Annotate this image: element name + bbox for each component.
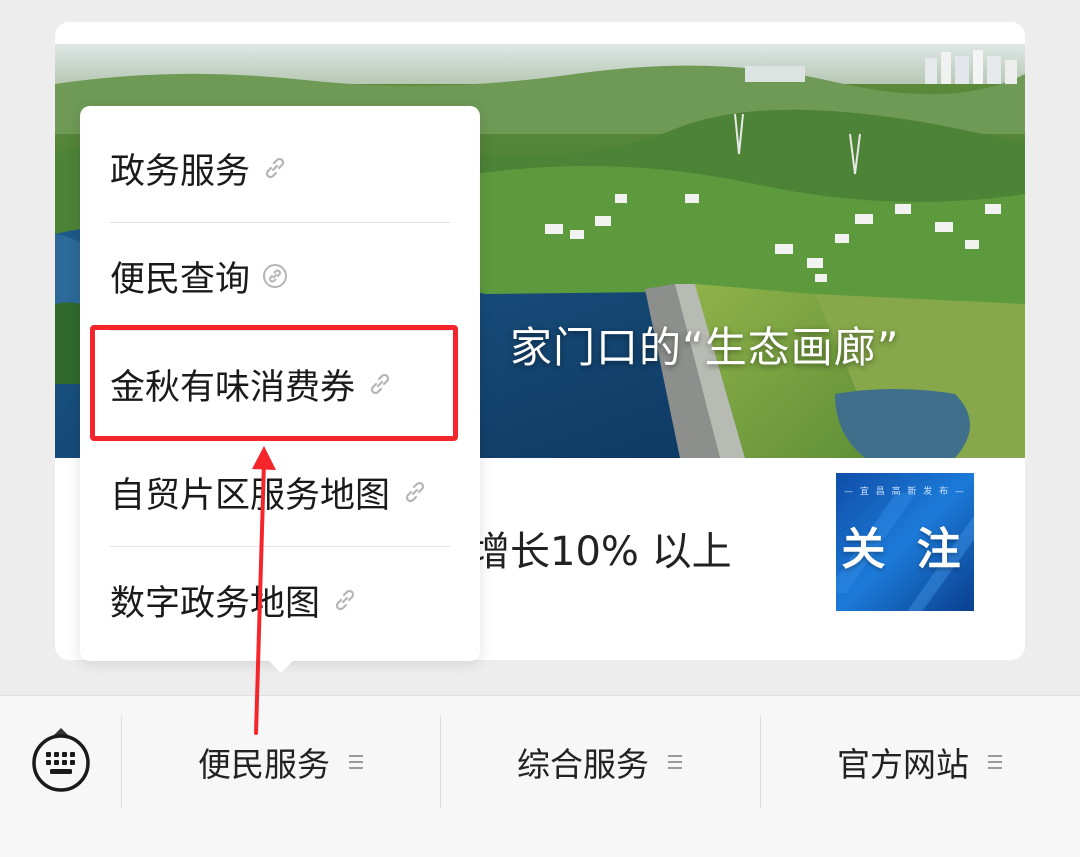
tab-label: 官方网站 [837, 745, 969, 784]
link-circle-icon [263, 264, 288, 288]
menu-item-label: 政务服务 [110, 151, 251, 192]
link-icon [405, 481, 425, 503]
tab-convenience-services[interactable]: 便民服务 [122, 716, 440, 808]
menu-item-government-services[interactable]: 政务服务 [80, 114, 480, 222]
menu-item-convenience-query[interactable]: 便民查询 [80, 222, 480, 330]
article-headline[interactable]: 增长10% 以上 [470, 519, 732, 577]
tab-comprehensive-services[interactable]: 综合服务 [441, 716, 759, 808]
menu-lines-icon [349, 755, 363, 769]
bottom-menu-bar: 便民服务 综合服务 官方网站 [0, 695, 1080, 857]
menu-item-label: 数字政务地图 [110, 583, 321, 624]
menu-item-label: 自贸片区服务地图 [110, 475, 391, 516]
tab-official-website[interactable]: 官方网站 [761, 716, 1079, 808]
menu-item-label: 便民查询 [110, 259, 251, 300]
menu-item-digital-government-map[interactable]: 数字政务地图 [80, 546, 480, 654]
article-thumbnail[interactable]: — 宜 昌 高 新 发 布 — 关 注 [836, 473, 974, 611]
link-icon [265, 157, 285, 179]
link-icon [335, 589, 355, 611]
thumbnail-subtitle: — 宜 昌 高 新 发 布 — [843, 487, 967, 497]
wechat-official-account-page: 家门口的“生态画廊” 增长10% 以上 — 宜 昌 高 新 发 布 — 关 注 [0, 0, 1080, 857]
tab-label: 便民服务 [198, 745, 330, 784]
highlight-box [90, 325, 458, 441]
menu-lines-icon [988, 755, 1002, 769]
menu-item-free-trade-zone-map[interactable]: 自贸片区服务地图 [80, 438, 480, 546]
thumbnail-text: 关 注 [841, 524, 969, 575]
banner-title: 家门口的“生态画廊” [510, 323, 900, 372]
keyboard-icon[interactable] [30, 732, 92, 794]
tab-label: 综合服务 [517, 745, 649, 784]
menu-lines-icon [668, 755, 682, 769]
popup-caret [268, 660, 294, 673]
